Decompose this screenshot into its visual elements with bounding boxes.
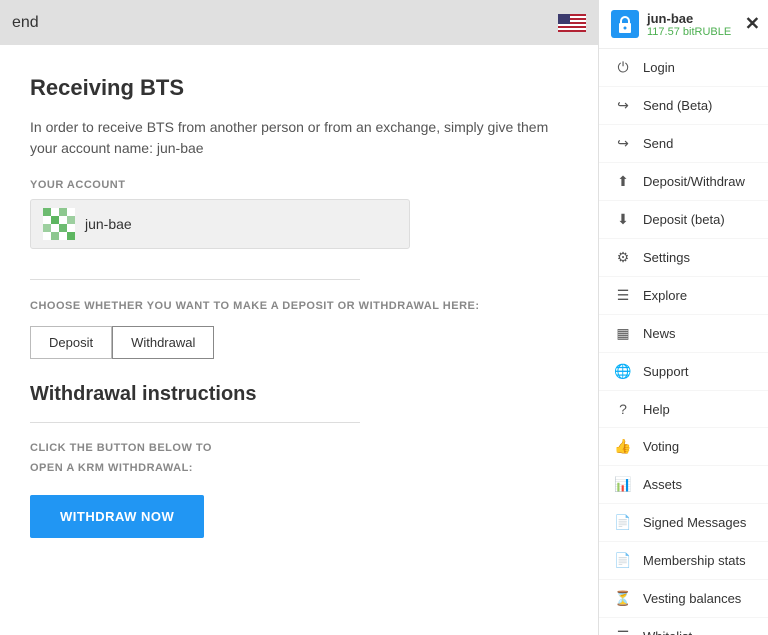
deposit-tab[interactable]: Deposit xyxy=(30,326,112,359)
withdrawal-divider xyxy=(30,422,360,423)
account-avatar-icon xyxy=(43,208,75,240)
help-icon: ? xyxy=(613,401,633,417)
topbar-left-text: end xyxy=(12,14,39,32)
whitelist-label: Whitelist xyxy=(643,629,692,635)
assets-icon: 📊 xyxy=(613,476,633,493)
sidebar-item-deposit-beta[interactable]: ⬇ Deposit (beta) xyxy=(599,201,768,239)
support-label: Support xyxy=(643,364,689,379)
sidebar-item-assets[interactable]: 📊 Assets xyxy=(599,466,768,504)
explore-icon: ☰ xyxy=(613,287,633,304)
vesting-balances-label: Vesting balances xyxy=(643,591,741,606)
tab-row: Deposit Withdrawal xyxy=(30,326,568,359)
explore-label: Explore xyxy=(643,288,687,303)
help-label: Help xyxy=(643,402,670,417)
section-divider xyxy=(30,279,360,280)
account-name-value: jun-bae xyxy=(85,216,132,232)
sidebar-item-deposit-withdraw[interactable]: ⬆ Deposit/Withdraw xyxy=(599,163,768,201)
news-label: News xyxy=(643,326,676,341)
lock-icon xyxy=(611,10,639,38)
sidebar-header: jun-bae 117.57 bitRUBLE ✕ xyxy=(599,0,768,49)
page-description: In order to receive BTS from another per… xyxy=(30,117,568,159)
sidebar-user-info: jun-bae 117.57 bitRUBLE xyxy=(647,11,731,38)
whitelist-icon: ☰ xyxy=(613,628,633,635)
sidebar-item-help[interactable]: ? Help xyxy=(599,391,768,428)
news-icon: ▦ xyxy=(613,325,633,342)
sidebar-balance: 117.57 bitRUBLE xyxy=(647,26,731,38)
voting-label: Voting xyxy=(643,439,679,454)
settings-icon: ⚙ xyxy=(613,249,633,266)
main-content: end Receiving BTS In order to receive BT… xyxy=(0,0,598,635)
choose-label: CHOOSE WHETHER YOU WANT TO MAKE A DEPOSI… xyxy=(30,300,568,312)
vesting-balances-icon: ⏳ xyxy=(613,590,633,607)
account-input-row: jun-bae xyxy=(30,199,410,249)
your-account-label: YOUR ACCOUNT xyxy=(30,179,568,191)
deposit-withdraw-icon: ⬆ xyxy=(613,173,633,190)
sidebar-username: jun-bae xyxy=(647,11,731,26)
withdrawal-title: Withdrawal instructions xyxy=(30,383,568,406)
sidebar-close-button[interactable]: ✕ xyxy=(745,14,760,35)
deposit-beta-icon: ⬇ xyxy=(613,211,633,228)
top-bar: end xyxy=(0,0,598,45)
sidebar-item-signed-messages[interactable]: 📄 Signed Messages xyxy=(599,504,768,542)
sidebar-item-send[interactable]: ↪ Send xyxy=(599,125,768,163)
login-label: Login xyxy=(643,60,675,75)
membership-stats-icon: 📄 xyxy=(613,552,633,569)
send-label: Send xyxy=(643,136,673,151)
sidebar-item-login[interactable]: ⏻ Login xyxy=(599,49,768,87)
sidebar-item-membership-stats[interactable]: 📄 Membership stats xyxy=(599,542,768,580)
content-area: Receiving BTS In order to receive BTS fr… xyxy=(0,45,598,558)
assets-label: Assets xyxy=(643,477,682,492)
sidebar-item-voting[interactable]: 👍 Voting xyxy=(599,428,768,466)
deposit-beta-label: Deposit (beta) xyxy=(643,212,725,227)
send-icon: ↪ xyxy=(613,135,633,152)
send-beta-icon: ↪ xyxy=(613,97,633,114)
flag-icon xyxy=(558,14,586,32)
sidebar-item-whitelist[interactable]: ☰ Whitelist xyxy=(599,618,768,635)
sidebar-item-explore[interactable]: ☰ Explore xyxy=(599,277,768,315)
settings-label: Settings xyxy=(643,250,690,265)
login-icon: ⏻ xyxy=(613,59,633,76)
sidebar-item-support[interactable]: 🌐 Support xyxy=(599,353,768,391)
page-title: Receiving BTS xyxy=(30,75,568,101)
sidebar: jun-bae 117.57 bitRUBLE ✕ ⏻ Login ↪ Send (B… xyxy=(598,0,768,635)
click-label: CLICK THE BUTTON BELOW TO OPEN A KRM WIT… xyxy=(30,439,568,479)
sidebar-item-send-beta[interactable]: ↪ Send (Beta) xyxy=(599,87,768,125)
sidebar-menu: ⏻ Login ↪ Send (Beta) ↪ Send ⬆ Deposit/Withdraw… xyxy=(599,49,768,635)
membership-stats-label: Membership stats xyxy=(643,553,746,568)
sidebar-item-vesting-balances[interactable]: ⏳ Vesting balances xyxy=(599,580,768,618)
deposit-withdraw-label: Deposit/Withdraw xyxy=(643,174,745,189)
withdraw-now-button[interactable]: WITHDRAW NOW xyxy=(30,495,204,538)
voting-icon: 👍 xyxy=(613,438,633,455)
withdrawal-tab[interactable]: Withdrawal xyxy=(112,326,214,359)
support-icon: 🌐 xyxy=(613,363,633,380)
sidebar-item-news[interactable]: ▦ News xyxy=(599,315,768,353)
signed-messages-icon: 📄 xyxy=(613,514,633,531)
signed-messages-label: Signed Messages xyxy=(643,515,746,530)
sidebar-item-settings[interactable]: ⚙ Settings xyxy=(599,239,768,277)
send-beta-label: Send (Beta) xyxy=(643,98,712,113)
